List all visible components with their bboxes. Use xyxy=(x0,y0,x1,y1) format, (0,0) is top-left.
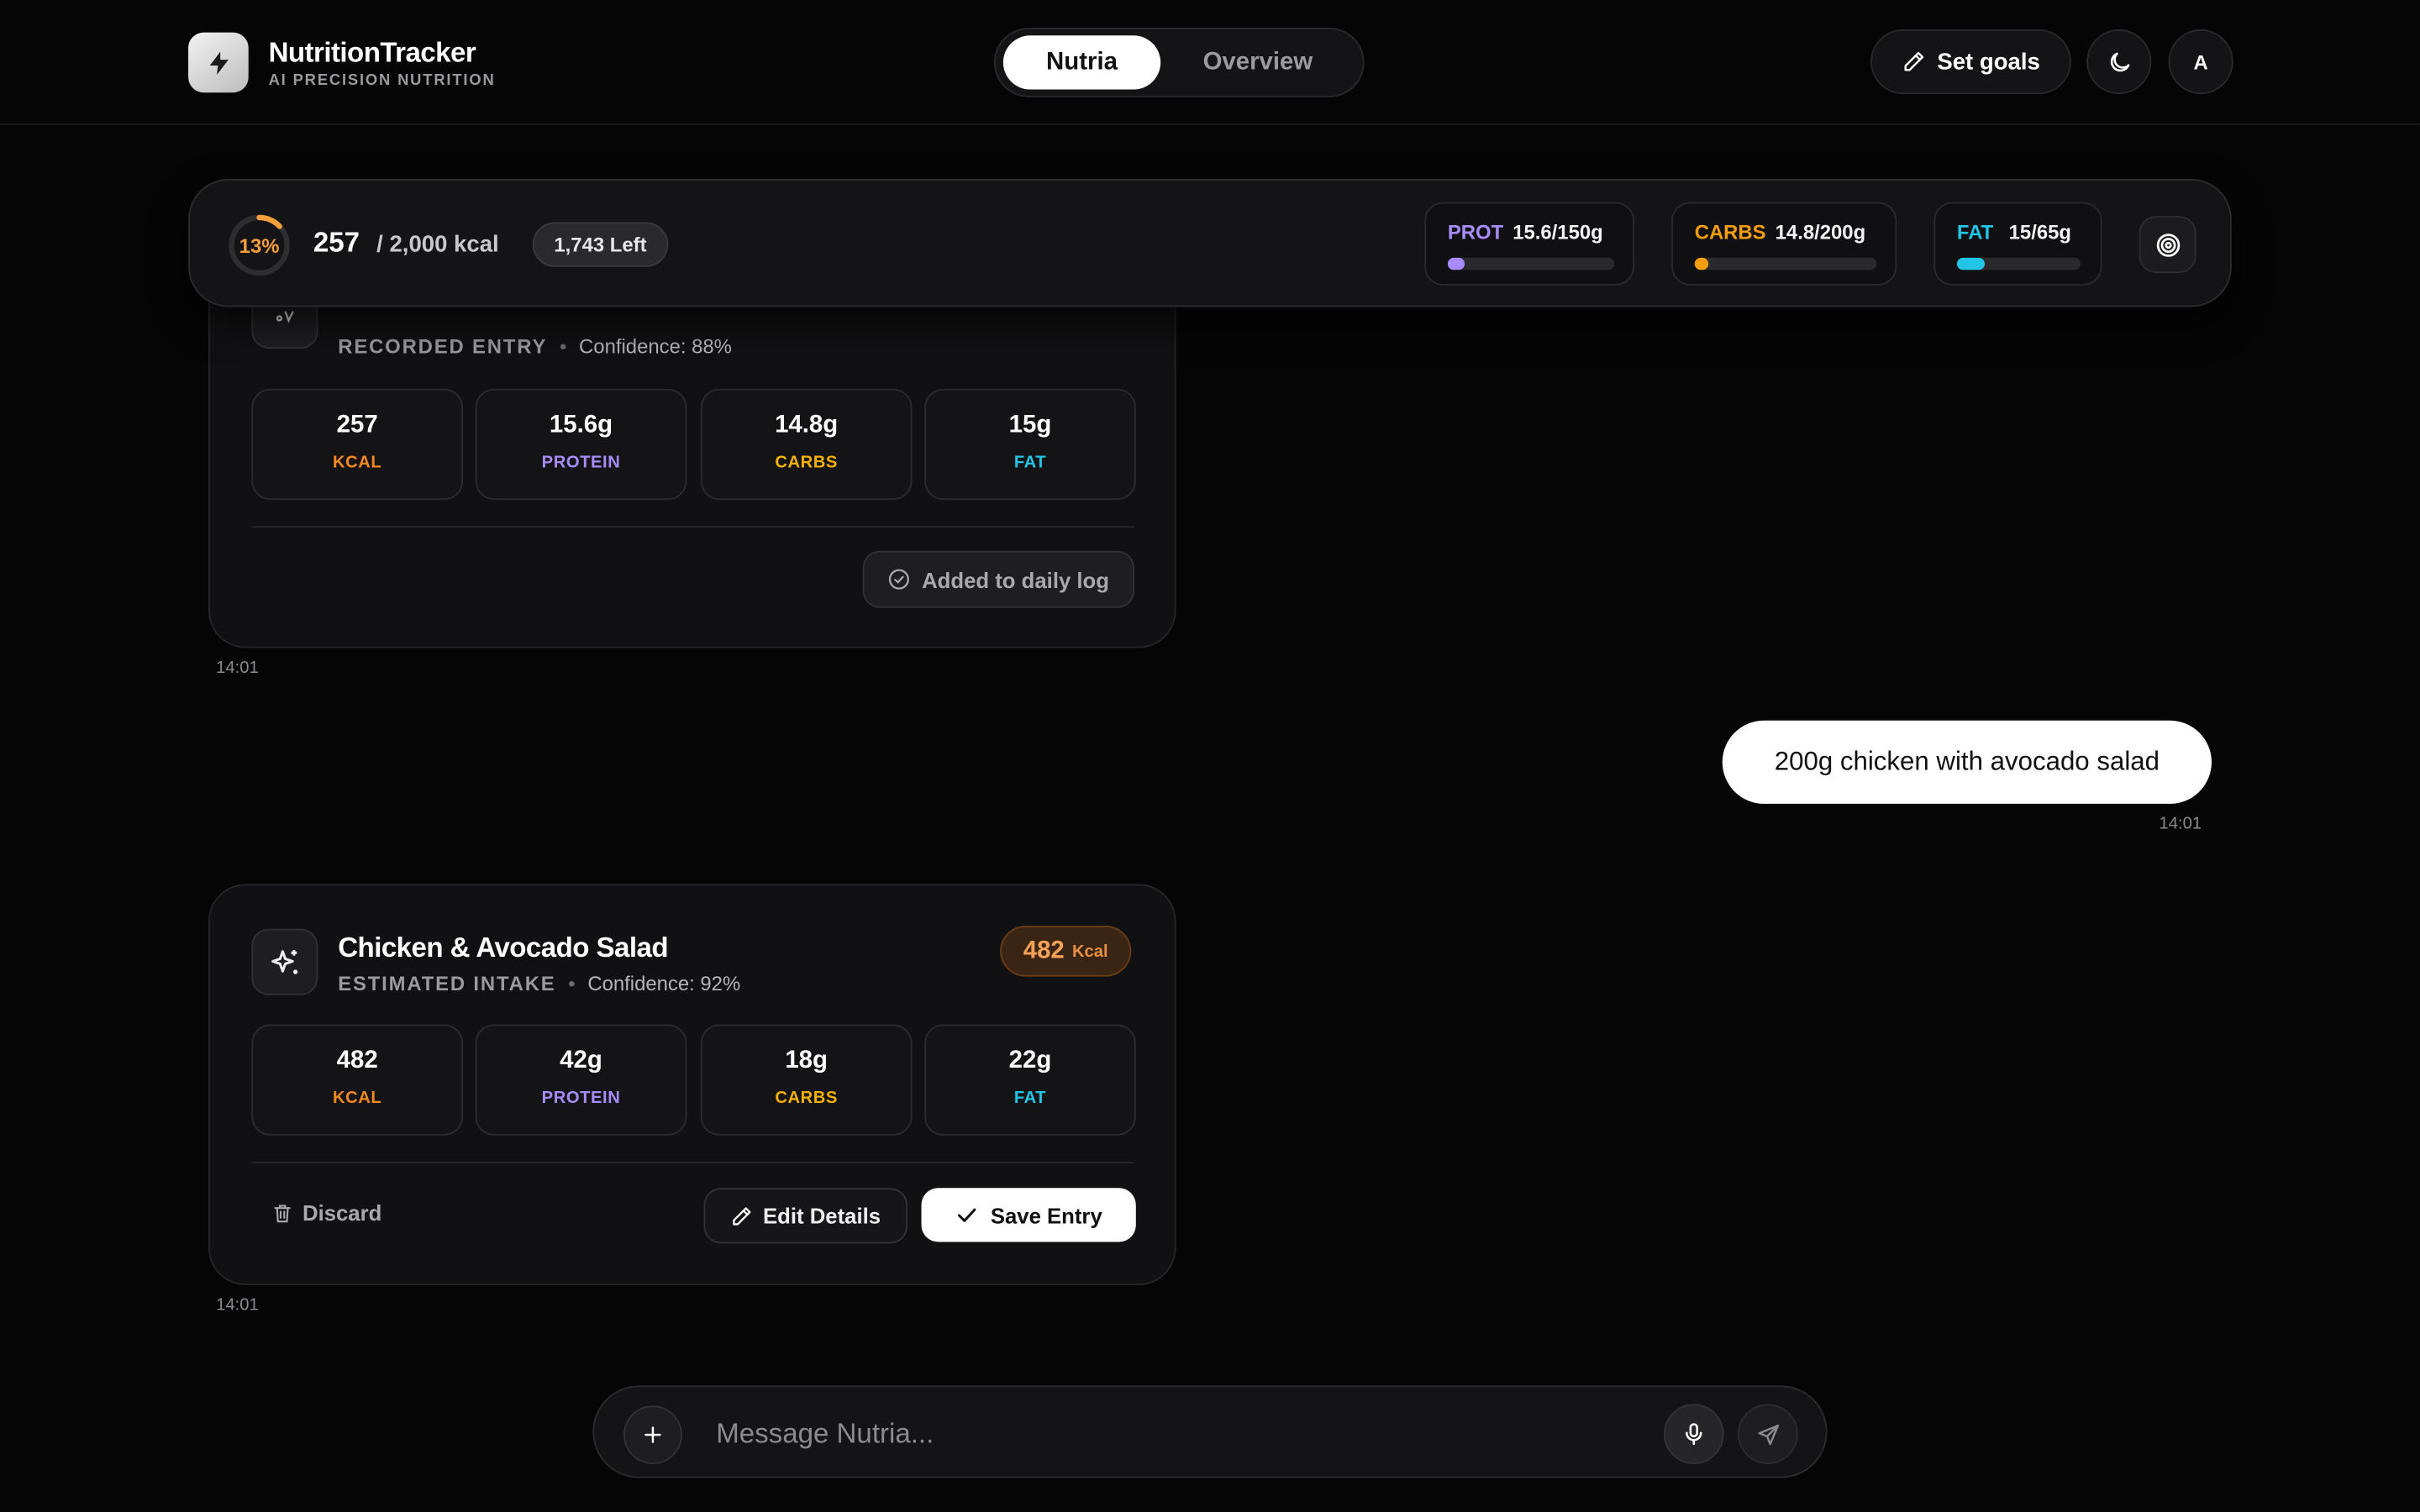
divider xyxy=(251,1162,1134,1163)
tab-overview[interactable]: Overview xyxy=(1177,35,1338,89)
plus-icon xyxy=(644,1426,661,1443)
sparkles-icon xyxy=(251,928,318,995)
stat-protein: 15.6g PROTEIN xyxy=(475,388,687,501)
target-button[interactable] xyxy=(2139,216,2196,274)
add-attachment-button[interactable] xyxy=(623,1405,682,1465)
carbs-progress-bar xyxy=(1694,257,1877,270)
tab-nutria[interactable]: Nutria xyxy=(1002,35,1161,90)
entry-meta: RECORDED ENTRY • Confidence: 88% xyxy=(338,334,732,359)
send-button[interactable] xyxy=(1738,1404,1798,1465)
calorie-percent: 13% xyxy=(239,234,280,257)
added-to-log-status: Added to daily log xyxy=(862,550,1134,608)
save-entry-button[interactable]: Save Entry xyxy=(921,1188,1136,1242)
calorie-goal: / 2,000 kcal xyxy=(376,231,499,258)
discard-button[interactable]: Discard xyxy=(271,1200,381,1225)
stat-kcal: 257 KCAL xyxy=(251,388,464,501)
check-circle-icon xyxy=(889,569,910,590)
stat-carbs: 18g CARBS xyxy=(700,1024,913,1136)
daily-summary-bar: 13% 257 / 2,000 kcal 1,743 Left PROT 15.6… xyxy=(188,179,2232,307)
theme-toggle-button[interactable] xyxy=(2086,29,2152,95)
divider xyxy=(251,526,1134,528)
app-subtitle: AI PRECISION NUTRITION xyxy=(268,72,496,90)
stat-protein: 42g PROTEIN xyxy=(475,1024,687,1136)
protein-progress-fill xyxy=(1447,257,1465,270)
avatar[interactable]: A xyxy=(2168,29,2233,95)
message-input[interactable] xyxy=(716,1408,1643,1458)
pencil-icon xyxy=(1904,51,1924,71)
set-goals-button[interactable]: Set goals xyxy=(1870,29,2071,95)
entry-title: Chicken & Avocado Salad xyxy=(338,932,669,963)
timestamp: 14:01 xyxy=(216,659,259,678)
timestamp: 14:01 xyxy=(2159,814,2202,833)
fat-progress-fill xyxy=(1956,257,1986,270)
microphone-icon xyxy=(1686,1423,1702,1446)
macro-protein[interactable]: PROT 15.6/150g xyxy=(1424,202,1635,286)
pencil-icon xyxy=(733,1206,752,1225)
kcal-badge: 482 Kcal xyxy=(1000,926,1132,977)
calories-eaten: 257 xyxy=(313,226,360,258)
brand[interactable]: NutritionTracker AI PRECISION NUTRITION xyxy=(188,32,496,93)
stat-kcal: 482 KCAL xyxy=(251,1024,464,1136)
trash-icon xyxy=(274,1204,291,1222)
protein-progress-bar xyxy=(1447,257,1615,270)
stat-fat: 15g FAT xyxy=(924,388,1136,501)
stat-carbs: 14.8g CARBS xyxy=(700,388,913,501)
app-title: NutritionTracker xyxy=(268,37,476,68)
confidence-text: Confidence: 92% xyxy=(587,972,741,995)
fat-progress-bar xyxy=(1956,257,2081,270)
top-bar: NutritionTracker AI PRECISION NUTRITION … xyxy=(0,0,2420,125)
voice-input-button[interactable] xyxy=(1663,1404,1724,1465)
target-icon xyxy=(2155,233,2180,256)
user-message-bubble: 200g chicken with avocado salad xyxy=(1722,720,2212,804)
macro-carbs[interactable]: CARBS 14.8/200g xyxy=(1671,202,1897,286)
bolt-icon xyxy=(188,32,249,93)
moon-icon xyxy=(2109,51,2129,71)
confidence-text: Confidence: 88% xyxy=(579,334,732,359)
estimated-entry-card: Chicken & Avocado Salad ESTIMATED INTAKE… xyxy=(208,884,1176,1285)
view-switcher: Nutria Overview xyxy=(993,28,1365,97)
carbs-progress-fill xyxy=(1694,257,1710,270)
calories-left-badge: 1,743 Left xyxy=(532,222,669,267)
entry-type: ESTIMATED INTAKE xyxy=(338,972,556,995)
entry-type: RECORDED ENTRY xyxy=(338,334,548,359)
entry-meta: ESTIMATED INTAKE • Confidence: 92% xyxy=(338,972,741,995)
send-icon xyxy=(1757,1423,1779,1445)
message-composer xyxy=(592,1385,1828,1478)
set-goals-label: Set goals xyxy=(1937,48,2040,76)
timestamp: 14:01 xyxy=(216,1295,259,1315)
check-icon xyxy=(957,1208,976,1222)
macro-fat[interactable]: FAT 15/65g xyxy=(1933,202,2102,286)
stat-fat: 22g FAT xyxy=(924,1024,1136,1136)
edit-details-button[interactable]: Edit Details xyxy=(703,1188,908,1244)
